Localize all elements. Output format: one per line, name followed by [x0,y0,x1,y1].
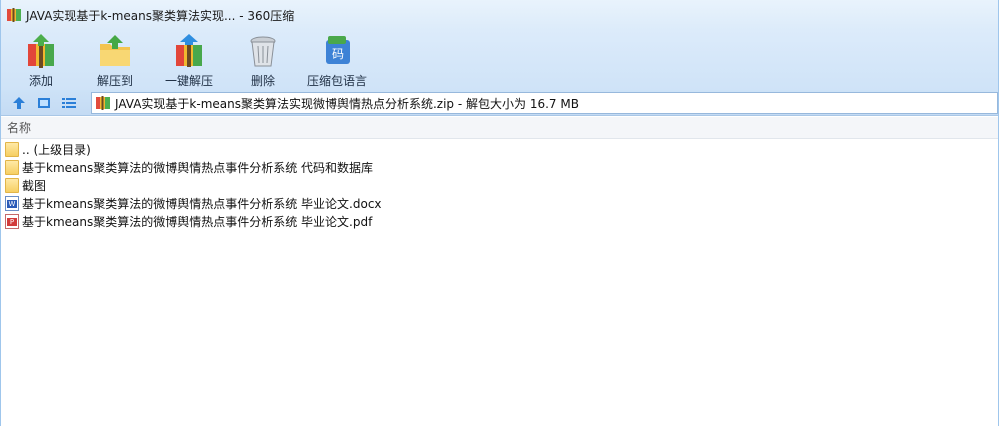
folder-icon [5,141,19,157]
toolbar: 添加 解压到 一键解压 删除 码 压缩包语言 [1,30,998,90]
address-text: JAVA实现基于k-means聚类算法实现微博舆情热点分析系统.zip - 解包… [115,96,579,111]
archive-language-button-label: 压缩包语言 [306,74,367,88]
column-header-name[interactable]: 名称 [7,119,31,136]
archive-language-icon: 码 [326,36,350,64]
folder-icon [5,159,19,175]
title-bar: JAVA实现基于k-means聚类算法实现... - 360压缩 [1,0,998,30]
archive-language-button[interactable]: 码 压缩包语言 [305,30,369,90]
extract-to-button[interactable]: 解压到 [83,30,147,90]
list-view-button[interactable] [59,93,79,113]
up-arrow-icon [13,96,25,109]
one-click-extract-icon [176,34,202,67]
list-item-pdf-file[interactable]: P 基于kmeans聚类算法的微博舆情热点事件分析系统 毕业论文.pdf [1,212,998,230]
address-bar[interactable]: JAVA实现基于k-means聚类算法实现微博舆情热点分析系统.zip - 解包… [91,92,998,114]
list-item-screenshots-folder[interactable]: 截图 [1,176,998,194]
list-item-label: .. (上级目录) [22,142,91,157]
list-item-code-folder[interactable]: 基于kmeans聚类算法的微博舆情热点事件分析系统 代码和数据库 [1,158,998,176]
file-list: .. (上级目录) 基于kmeans聚类算法的微博舆情热点事件分析系统 代码和数… [1,140,998,230]
window-title: JAVA实现基于k-means聚类算法实现... - 360压缩 [26,8,295,23]
svg-text:码: 码 [332,47,344,61]
thumbnail-view-icon [38,97,50,108]
app-window: JAVA实现基于k-means聚类算法实现... - 360压缩 添加 解压到 [0,0,999,426]
one-click-extract-button[interactable]: 一键解压 [157,30,221,90]
archive-app-icon [6,7,22,23]
one-click-extract-button-label: 一键解压 [164,74,213,88]
extract-to-icon [100,35,130,66]
navigation-bar: JAVA实现基于k-means聚类算法实现微博舆情热点分析系统.zip - 解包… [1,90,998,116]
list-item-docx-file[interactable]: W 基于kmeans聚类算法的微博舆情热点事件分析系统 毕业论文.docx [1,194,998,212]
zip-file-icon [96,96,110,110]
list-view-icon [62,97,76,108]
add-button[interactable]: 添加 [9,30,73,90]
list-item-label: 基于kmeans聚类算法的微博舆情热点事件分析系统 代码和数据库 [22,160,374,175]
add-button-label: 添加 [28,74,53,88]
folder-icon [5,177,19,193]
pdf-document-icon: P [5,213,19,229]
word-document-icon: W [5,195,19,211]
list-item-parent-directory[interactable]: .. (上级目录) [1,140,998,158]
extract-to-button-label: 解压到 [96,74,133,88]
list-header: 名称 [1,117,998,139]
list-item-label: 基于kmeans聚类算法的微博舆情热点事件分析系统 毕业论文.docx [22,196,382,211]
delete-button-label: 删除 [250,74,275,88]
delete-icon [250,36,276,67]
list-item-label: 截图 [22,178,47,193]
add-archive-icon [28,34,54,68]
thumbnail-view-button[interactable] [34,93,54,113]
up-level-button[interactable] [9,93,29,113]
list-item-label: 基于kmeans聚类算法的微博舆情热点事件分析系统 毕业论文.pdf [22,214,373,229]
delete-button[interactable]: 删除 [231,30,295,90]
